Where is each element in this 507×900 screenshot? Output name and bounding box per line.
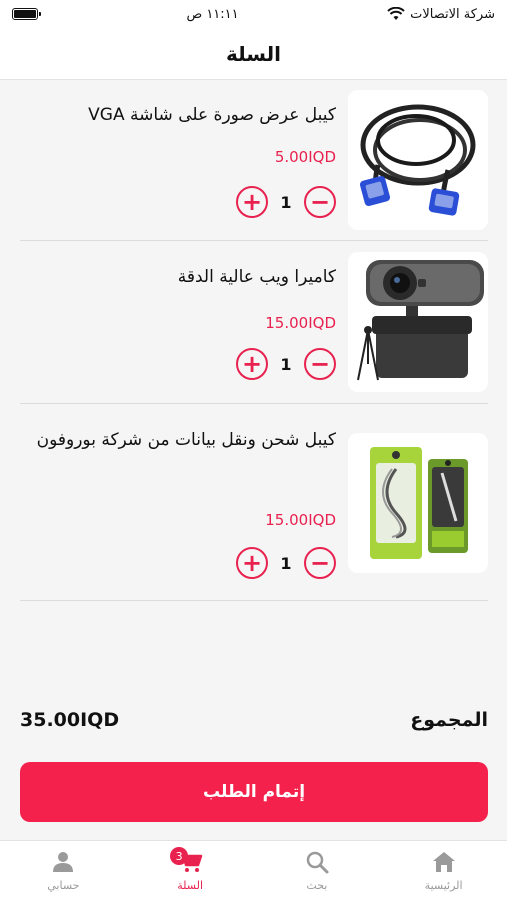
increase-quantity-button[interactable]: +	[236, 186, 268, 218]
bottom-tab-bar: حسابي 3 السلة بحث الرئيسية	[0, 840, 507, 900]
search-icon	[306, 851, 329, 874]
cart-item: كيبل عرض صورة على شاشة VGA 5.00IQD + 1 −	[20, 80, 488, 241]
item-name: كيبل شحن ونقل بيانات من شركة بوروفون	[36, 430, 336, 450]
item-name: كاميرا ويب عالية الدقة	[177, 267, 336, 287]
decrease-quantity-button[interactable]: −	[304, 547, 336, 579]
quantity-stepper: + 1 −	[236, 547, 336, 579]
quantity-value: 1	[280, 192, 292, 212]
plus-icon: +	[241, 549, 263, 577]
tab-label: بحث	[306, 879, 328, 892]
item-name: كيبل عرض صورة على شاشة VGA	[88, 105, 336, 125]
item-price: 15.00IQD	[265, 314, 336, 332]
decrease-quantity-button[interactable]: −	[304, 348, 336, 380]
tab-home[interactable]: الرئيسية	[380, 841, 507, 900]
vga-cable-image	[348, 90, 488, 230]
page-header: السلة	[0, 28, 507, 80]
status-right: شركة الاتصالات	[387, 7, 495, 22]
cart-item: كيبل شحن ونقل بيانات من شركة بوروفون 15.…	[20, 405, 488, 601]
plus-icon: +	[241, 350, 263, 378]
quantity-value: 1	[280, 553, 292, 573]
quantity-value: 1	[280, 354, 292, 374]
charging-cable-image	[348, 433, 488, 573]
webcam-image	[348, 252, 488, 392]
total-row: 35.00IQD المجموع	[20, 705, 488, 735]
home-icon	[432, 852, 455, 872]
increase-quantity-button[interactable]: +	[236, 547, 268, 579]
item-price: 15.00IQD	[265, 511, 336, 529]
total-amount: 35.00IQD	[20, 709, 120, 731]
item-price: 5.00IQD	[274, 148, 336, 166]
cart-item: كاميرا ويب عالية الدقة 15.00IQD + 1 −	[20, 242, 488, 404]
quantity-stepper: + 1 −	[236, 348, 336, 380]
wifi-icon	[387, 7, 405, 20]
tab-cart[interactable]: 3 السلة	[127, 841, 254, 900]
status-time: ١١:١١ ص	[186, 6, 239, 22]
tab-label: حسابي	[47, 879, 80, 892]
cart-count-badge: 3	[170, 847, 189, 865]
plus-icon: +	[241, 188, 263, 216]
page-title: السلة	[225, 41, 281, 66]
tab-label: الرئيسية	[424, 879, 463, 892]
status-bar: ١١:١١ ص شركة الاتصالات	[0, 0, 507, 28]
increase-quantity-button[interactable]: +	[236, 348, 268, 380]
checkout-label: إتمام الطلب	[202, 782, 306, 802]
tab-account[interactable]: حسابي	[0, 841, 127, 900]
minus-icon: −	[309, 188, 331, 216]
checkout-button[interactable]: إتمام الطلب	[20, 762, 488, 822]
person-icon	[53, 852, 74, 872]
quantity-stepper: + 1 −	[236, 186, 336, 218]
minus-icon: −	[309, 350, 331, 378]
total-label: المجموع	[410, 709, 488, 731]
carrier-name: شركة الاتصالات	[410, 6, 495, 22]
decrease-quantity-button[interactable]: −	[304, 186, 336, 218]
minus-icon: −	[309, 549, 331, 577]
battery-icon	[12, 8, 41, 20]
tab-label: السلة	[177, 879, 203, 892]
tab-search[interactable]: بحث	[254, 841, 381, 900]
